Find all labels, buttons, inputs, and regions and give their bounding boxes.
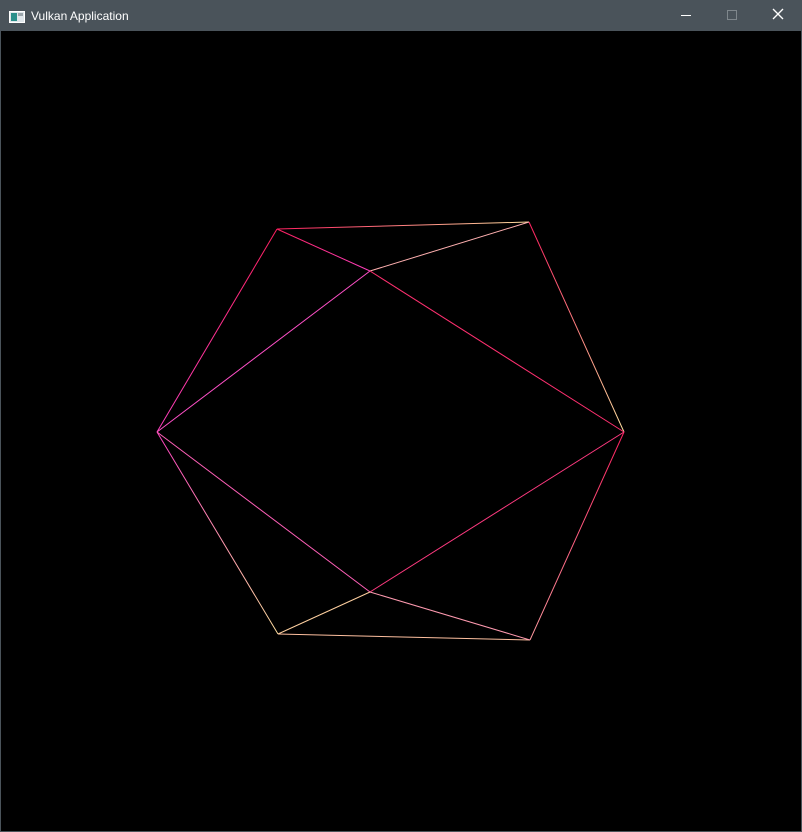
vulkan-render-surface[interactable] (1, 31, 801, 831)
minimize-icon (681, 7, 691, 25)
edge-inner-3 (156, 270, 371, 433)
maximize-icon (727, 7, 737, 25)
title-bar[interactable]: Vulkan Application (1, 1, 801, 31)
edge-inner-8 (277, 591, 371, 635)
close-button[interactable] (755, 1, 801, 31)
application-window: Vulkan Application (0, 0, 802, 832)
edge-top-left (156, 228, 278, 433)
edge-inner-6 (156, 431, 371, 593)
window-controls (663, 1, 801, 31)
edge-inner-9 (369, 591, 531, 641)
icosahedron-wireframe (156, 221, 625, 641)
maximize-button[interactable] (709, 1, 755, 31)
edge-top-right (528, 221, 625, 433)
edge-bottom-left (156, 431, 279, 635)
edge-bottom-right (529, 431, 625, 641)
edge-top (276, 221, 530, 230)
window-title: Vulkan Application (31, 9, 129, 23)
edge-bottom (277, 633, 531, 641)
edge-inner-4 (369, 270, 625, 433)
edge-inner-7 (369, 431, 625, 593)
minimize-button[interactable] (663, 1, 709, 31)
edge-inner-1 (276, 228, 371, 272)
vulkan-app-icon (9, 10, 25, 23)
close-icon (772, 7, 784, 25)
edge-inner-2 (369, 221, 530, 272)
